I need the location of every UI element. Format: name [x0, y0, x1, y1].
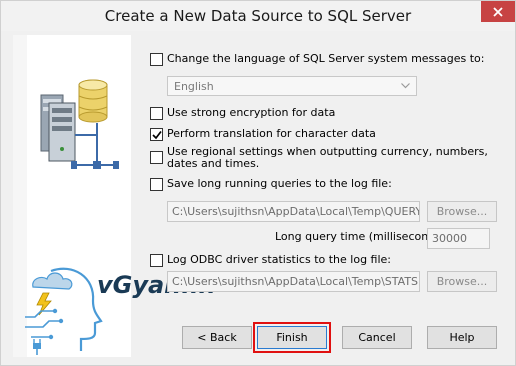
long-queries-row[interactable]: Save long running queries to the log fil… — [150, 177, 392, 191]
cancel-button[interactable]: Cancel — [342, 326, 412, 349]
odbc-stats-path-input[interactable]: C:\Users\sujithsn\AppData\Local\Temp\STA… — [167, 271, 420, 292]
help-button[interactable]: Help — [427, 326, 497, 349]
checkmark-icon — [151, 130, 162, 139]
strong-encryption-checkbox[interactable] — [150, 107, 163, 120]
long-queries-path-input[interactable]: C:\Users\sujithsn\AppData\Local\Temp\QUE… — [167, 201, 420, 222]
odbc-stats-checkbox[interactable] — [150, 254, 163, 267]
chevron-down-icon — [401, 83, 410, 89]
translation-label: Perform translation for character data — [167, 127, 376, 140]
language-select-value: English — [174, 79, 214, 93]
change-language-label: Change the language of SQL Server system… — [167, 52, 485, 65]
odbc-stats-row[interactable]: Log ODBC driver statistics to the log fi… — [150, 253, 391, 267]
translation-checkbox[interactable] — [150, 128, 163, 141]
close-button[interactable] — [481, 1, 515, 22]
long-queries-label: Save long running queries to the log fil… — [167, 177, 392, 190]
regional-settings-checkbox[interactable] — [150, 151, 163, 164]
database-server-icon — [40, 79, 119, 169]
translation-row[interactable]: Perform translation for character data — [150, 127, 376, 141]
odbc-stats-label: Log ODBC driver statistics to the log fi… — [167, 253, 392, 266]
back-button[interactable]: < Back — [182, 326, 252, 349]
title-bar: Create a New Data Source to SQL Server — [1, 1, 515, 31]
odbc-stats-browse-button[interactable]: Browse... — [427, 271, 497, 292]
wizard-side-panel — [13, 35, 131, 357]
window-title: Create a New Data Source to SQL Server — [104, 7, 412, 25]
change-language-checkbox[interactable] — [150, 53, 163, 66]
regional-settings-row[interactable]: Use regional settings when outputting cu… — [150, 146, 495, 170]
long-query-time-label: Long query time (milliseconds): — [275, 230, 449, 243]
long-query-time-input[interactable]: 30000 — [427, 228, 490, 249]
strong-encryption-row[interactable]: Use strong encryption for data — [150, 106, 335, 120]
regional-settings-label: Use regional settings when outputting cu… — [167, 145, 488, 170]
long-queries-browse-button[interactable]: Browse... — [427, 201, 497, 222]
change-language-row[interactable]: Change the language of SQL Server system… — [150, 52, 484, 66]
long-queries-checkbox[interactable] — [150, 178, 163, 191]
close-icon — [493, 6, 503, 17]
finish-button[interactable]: Finish — [253, 322, 331, 353]
language-select[interactable]: English — [167, 76, 417, 96]
dialog-window: Create a New Data Source to SQL Server v… — [0, 0, 516, 366]
strong-encryption-label: Use strong encryption for data — [167, 106, 336, 119]
